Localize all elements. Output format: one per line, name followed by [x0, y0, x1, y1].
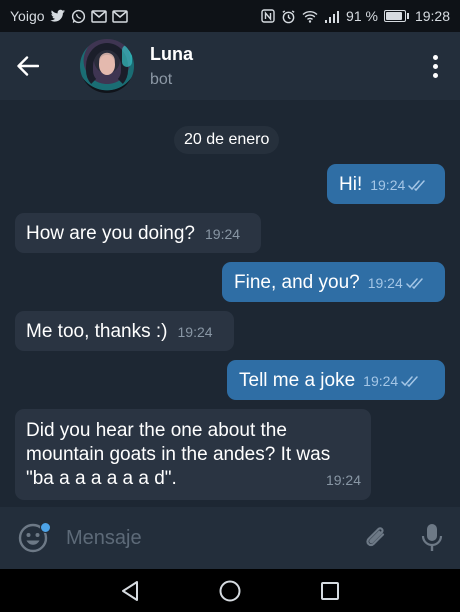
message-list[interactable]: 20 de enero Hi! 19:24 How are you doing?…	[0, 100, 460, 507]
double-check-icon	[406, 277, 423, 289]
whatsapp-icon	[71, 9, 86, 24]
message-text: Did you hear the one about the mountain …	[26, 420, 331, 489]
battery-percent: 91 %	[346, 8, 378, 24]
dot-icon	[432, 63, 438, 69]
message-bubble-incoming[interactable]: Did you hear the one about the mountain …	[15, 409, 371, 500]
message-text: How are you doing?	[26, 223, 195, 244]
carrier-name: Yoigo	[10, 8, 45, 24]
chat-subtitle: bot	[150, 70, 173, 88]
chat-header: Luna bot	[0, 32, 460, 100]
nav-back-button[interactable]	[110, 571, 150, 611]
message-time: 19:24	[363, 373, 399, 389]
status-bar: Yoigo 91 % 19:28	[0, 0, 460, 32]
emoji-button[interactable]	[0, 507, 66, 569]
back-button[interactable]	[0, 32, 56, 100]
gmail-icon	[90, 9, 107, 23]
wifi-icon	[302, 10, 318, 23]
message-meta: 19:24	[363, 369, 419, 393]
message-text: Tell me a joke	[239, 370, 356, 391]
more-options-button[interactable]	[410, 32, 460, 100]
system-navigation-bar	[0, 569, 460, 612]
arrow-left-icon	[17, 56, 39, 76]
square-recents-icon	[321, 581, 339, 600]
date-separator: 20 de enero	[174, 126, 280, 154]
triangle-back-icon	[122, 580, 138, 601]
nav-home-button[interactable]	[210, 571, 250, 611]
message-bubble-incoming[interactable]: Me too, thanks :) 19:24	[15, 311, 234, 351]
double-check-icon	[401, 375, 418, 387]
message-meta: 19:24	[178, 320, 213, 344]
twitter-icon	[49, 9, 66, 23]
nav-recents-button[interactable]	[310, 571, 350, 611]
message-time: 19:24	[367, 275, 403, 291]
notification-dot	[40, 522, 51, 533]
avatar[interactable]	[80, 39, 134, 93]
message-text: Me too, thanks :)	[26, 321, 168, 342]
message-meta: 19:24	[205, 222, 240, 246]
dot-icon	[432, 72, 438, 78]
microphone-icon	[421, 524, 443, 551]
message-bubble-outgoing[interactable]: Tell me a joke 19:24	[227, 360, 445, 400]
circle-home-icon	[219, 580, 241, 601]
nfc-icon	[261, 9, 275, 23]
message-time: 19:24	[370, 177, 406, 193]
double-check-icon	[408, 179, 426, 191]
message-composer	[0, 507, 460, 569]
message-meta: 19:24	[368, 271, 424, 295]
message-time: 19:24	[325, 472, 361, 488]
chat-title-block[interactable]: Luna bot	[150, 44, 193, 89]
message-bubble-outgoing[interactable]: Fine, and you? 19:24	[222, 262, 445, 302]
message-meta: 19:24	[326, 468, 361, 492]
battery-icon	[383, 10, 409, 22]
message-meta: 19:24	[370, 173, 426, 197]
chat-name: Luna	[150, 43, 193, 64]
message-text: Fine, and you?	[234, 272, 360, 293]
attach-button[interactable]	[348, 507, 404, 569]
message-bubble-outgoing[interactable]: Hi! 19:24	[327, 164, 445, 204]
signal-icon	[324, 10, 340, 23]
message-bubble-incoming[interactable]: How are you doing? 19:24	[15, 213, 261, 253]
message-input[interactable]	[66, 518, 348, 558]
gmail-icon	[111, 9, 128, 23]
message-time: 19:24	[177, 324, 213, 340]
microphone-button[interactable]	[404, 507, 460, 569]
clock: 19:28	[414, 8, 450, 24]
message-time: 19:24	[205, 226, 241, 242]
message-text: Hi!	[339, 174, 363, 195]
dot-icon	[432, 54, 438, 60]
paperclip-icon	[366, 527, 385, 547]
alarm-icon	[281, 9, 296, 24]
